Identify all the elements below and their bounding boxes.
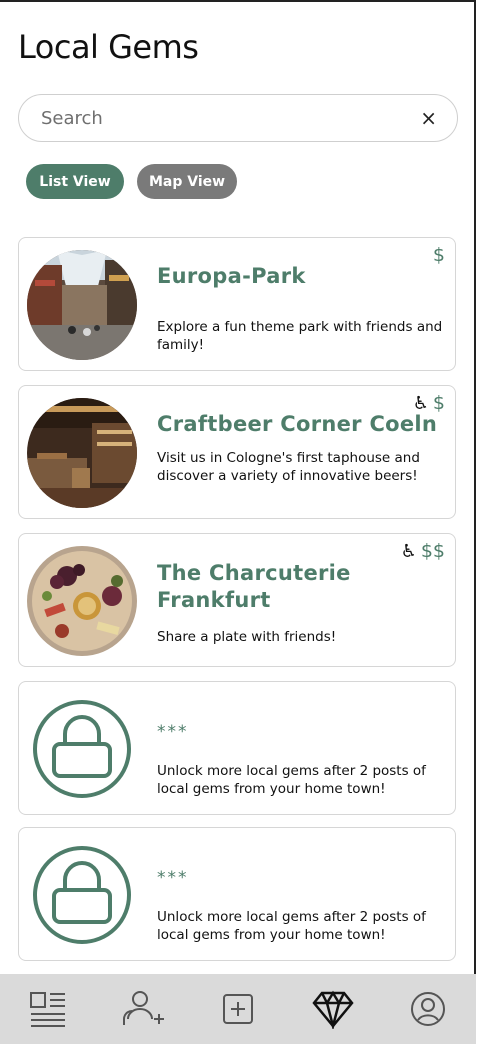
page-title: Local Gems (18, 28, 199, 66)
locked-title: *** (157, 868, 189, 888)
locked-title: *** (157, 722, 189, 742)
card-title-line-1: The Charcuterie (157, 561, 351, 585)
lock-icon (27, 840, 137, 950)
price-level: $$ (420, 540, 445, 562)
profile-icon[interactable] (403, 984, 453, 1034)
feed-icon[interactable] (23, 984, 73, 1034)
card-title-line-2: Frankfurt (157, 588, 271, 612)
taphouse-photo (27, 398, 137, 508)
gem-card[interactable]: $ Europa-Park Explore a fun theme park w… (18, 237, 456, 371)
gem-icon[interactable] (308, 984, 358, 1034)
locked-gem-card: *** Unlock more local gems after 2 posts… (18, 681, 456, 815)
add-post-icon[interactable] (213, 984, 263, 1034)
card-description: Visit us in Cologne's first taphouse and… (157, 450, 420, 484)
bottom-nav (0, 974, 476, 1044)
list-view-button[interactable]: List View (26, 164, 124, 199)
locked-description: Unlock more local gems after 2 posts of … (157, 763, 426, 797)
gem-card[interactable]: ♿ $$ The Charcuterie Frankfurt Share a p… (18, 533, 456, 667)
lock-icon (27, 694, 137, 804)
locked-gem-card: *** Unlock more local gems after 2 posts… (18, 827, 456, 961)
price-level: $ (432, 244, 445, 266)
card-badges: $ (433, 244, 445, 266)
add-friend-icon[interactable] (118, 984, 168, 1034)
map-view-button[interactable]: Map View (137, 164, 237, 199)
search-bar[interactable]: × (18, 94, 458, 142)
gem-card[interactable]: ♿ $ Craftbeer Corner Coeln Visit us in C… (18, 385, 456, 519)
card-badges: ♿ $$ (401, 540, 445, 562)
search-input[interactable] (39, 106, 421, 130)
card-description: Explore a fun theme park with friends an… (157, 319, 443, 353)
theme-park-photo (27, 250, 137, 360)
close-icon[interactable]: × (420, 108, 437, 128)
locked-description: Unlock more local gems after 2 posts of … (157, 909, 426, 943)
charcuterie-photo (27, 546, 137, 656)
card-title: Craftbeer Corner Coeln (157, 412, 438, 436)
card-description: Share a plate with friends! (157, 629, 337, 645)
card-title: Europa-Park (157, 264, 306, 288)
wheelchair-icon: ♿ (400, 540, 417, 562)
